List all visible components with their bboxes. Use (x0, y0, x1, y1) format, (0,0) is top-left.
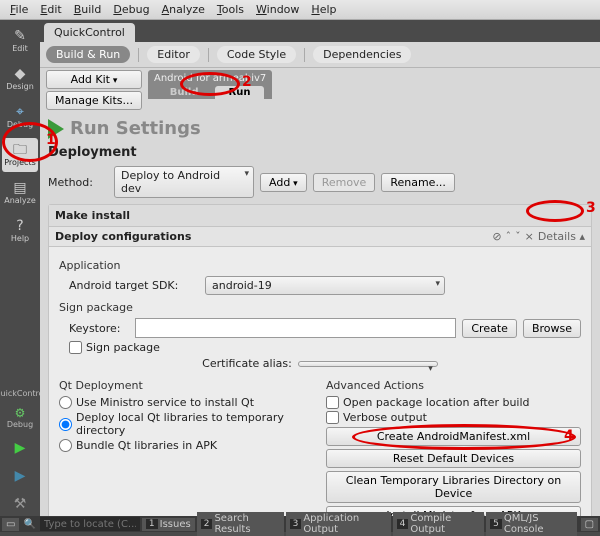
mode-editor[interactable]: Editor (147, 46, 200, 63)
folder-icon: 🗀 (13, 143, 27, 157)
menu-file[interactable]: File (4, 1, 34, 18)
sidebar-label: Help (11, 234, 29, 243)
keystore-label: Keystore: (69, 322, 129, 335)
kit-title: Android for armeabiv7 (154, 73, 266, 84)
play-icon: ▶ (15, 440, 26, 456)
run-button[interactable]: ▶ (5, 436, 35, 460)
project-tabbar: QuickControl (40, 20, 600, 42)
remove-step-icon[interactable]: × (525, 230, 534, 243)
deploy-config-header: Deploy configurations (55, 230, 191, 243)
build-button[interactable]: ⚒ (5, 492, 35, 516)
status-compile[interactable]: 4Compile Output (393, 512, 485, 536)
keystore-input[interactable] (135, 318, 456, 338)
move-down-icon[interactable]: ˇ (515, 230, 521, 243)
clean-temp-button[interactable]: Clean Temporary Libraries Directory on D… (326, 471, 581, 503)
mode-dependencies[interactable]: Dependencies (313, 46, 411, 63)
kit-build-tab[interactable]: Build (156, 86, 213, 99)
menu-bar: File Edit Build Debug Analyze Tools Wind… (0, 0, 600, 20)
mode-build-run[interactable]: Build & Run (46, 46, 130, 63)
edit-icon: ✎ (14, 29, 26, 43)
verbose-check[interactable]: Verbose output (326, 411, 581, 424)
tab-quickcontrol[interactable]: QuickControl (44, 23, 135, 42)
play-icon (48, 119, 64, 139)
advanced-actions-group: Advanced Actions (326, 379, 581, 392)
rename-deploy-button[interactable]: Rename... (381, 173, 455, 192)
kit-run-tab[interactable]: Run (215, 86, 265, 99)
cert-alias-combo[interactable] (298, 361, 438, 367)
chart-icon: ▤ (13, 181, 26, 195)
remove-deploy-button[interactable]: Remove (313, 173, 376, 192)
create-manifest-button[interactable]: Create AndroidManifest.xml (326, 427, 581, 446)
details-toggle[interactable]: Details ▴ (538, 230, 585, 243)
page-title: Run Settings (70, 118, 201, 139)
menu-analyze[interactable]: Analyze (156, 1, 211, 18)
status-issues[interactable]: 1Issues (142, 518, 195, 531)
qt-opt-ministro[interactable]: Use Ministro service to install Qt (59, 396, 314, 409)
bug-icon: ⌖ (16, 105, 24, 119)
target-sdk-combo[interactable]: android-19 (205, 276, 445, 295)
left-sidebar: ✎ Edit ◆ Design ⌖ Debug 🗀 Projects ▤ Ana… (0, 20, 40, 516)
method-combo[interactable]: Deploy to Android dev (114, 166, 254, 198)
reset-devices-button[interactable]: Reset Default Devices (326, 449, 581, 468)
qt-opt-bundle[interactable]: Bundle Qt libraries in APK (59, 439, 314, 452)
target-sdk-label: Android target SDK: (69, 279, 199, 292)
make-install-header: Make install (49, 205, 591, 227)
search-icon: 🔍 (21, 519, 37, 530)
menu-tools[interactable]: Tools (211, 1, 250, 18)
add-deploy-button[interactable]: Add (260, 173, 307, 192)
menu-edit[interactable]: Edit (34, 1, 67, 18)
move-up-icon[interactable]: ˆ (506, 230, 512, 243)
status-close-button[interactable]: ▢ (581, 518, 598, 531)
help-icon: ? (16, 219, 23, 233)
sidebar-item-design[interactable]: ◆ Design (2, 62, 38, 96)
status-bar: ▭ 🔍 1Issues 2Search Results 3Application… (0, 516, 600, 532)
kit-selector[interactable]: Android for armeabiv7 Build Run (148, 70, 272, 99)
application-group: Application (59, 259, 581, 272)
sidebar-label: Edit (12, 44, 28, 53)
sidebar-item-analyze[interactable]: ▤ Analyze (2, 176, 38, 210)
add-kit-button[interactable]: Add Kit (46, 70, 142, 89)
cert-alias-label: Certificate alias: (202, 357, 292, 370)
sign-group: Sign package (59, 301, 581, 314)
play-bug-icon: ▶ (15, 468, 26, 484)
kit-row: Add Kit Manage Kits... Android for armea… (40, 68, 600, 110)
sidebar-label: Analyze (4, 196, 36, 205)
method-label: Method: (48, 176, 108, 189)
disable-step-icon[interactable]: ⊘ (492, 230, 501, 243)
locator-input[interactable] (40, 517, 140, 531)
sidebar-item-edit[interactable]: ✎ Edit (2, 24, 38, 58)
hammer-icon: ⚒ (14, 496, 27, 512)
mode-codestyle[interactable]: Code Style (217, 46, 296, 63)
sidebar-item-projects[interactable]: 🗀 Projects (2, 138, 38, 172)
debug-selector[interactable]: ⚙Debug (5, 402, 35, 432)
run-debug-button[interactable]: ▶ (5, 464, 35, 488)
qt-deployment-group: Qt Deployment (59, 379, 314, 392)
run-settings-content: Run Settings Deployment Method: Deploy t… (40, 110, 600, 516)
menu-help[interactable]: Help (305, 1, 342, 18)
qt-opt-local[interactable]: Deploy local Qt libraries to temporary d… (59, 411, 314, 437)
status-appout[interactable]: 3Application Output (286, 512, 391, 536)
sidebar-item-help[interactable]: ? Help (2, 214, 38, 248)
manage-kits-button[interactable]: Manage Kits... (46, 91, 142, 110)
deployment-heading: Deployment (48, 145, 592, 160)
menu-window[interactable]: Window (250, 1, 305, 18)
sidebar-label: Design (6, 82, 34, 91)
browse-keystore-button[interactable]: Browse (523, 319, 581, 338)
sidebar-label: Debug (7, 120, 33, 129)
project-selector[interactable]: QuickControl (0, 389, 46, 398)
menu-build[interactable]: Build (68, 1, 108, 18)
main-area: QuickControl Build & Run Editor Code Sty… (40, 20, 600, 516)
mode-tabs: Build & Run Editor Code Style Dependenci… (40, 42, 600, 68)
open-location-check[interactable]: Open package location after build (326, 396, 581, 409)
deploy-panel: Make install Deploy configurations ⊘ ˆ ˇ… (48, 204, 592, 516)
sign-package-check[interactable]: Sign package (69, 341, 581, 354)
toggle-sidebar-button[interactable]: ▭ (2, 518, 19, 531)
design-icon: ◆ (15, 67, 26, 81)
status-qmlconsole[interactable]: 5QML/JS Console (486, 512, 576, 536)
sidebar-label: Projects (4, 158, 36, 167)
status-search[interactable]: 2Search Results (197, 512, 284, 536)
create-keystore-button[interactable]: Create (462, 319, 517, 338)
sidebar-item-debug[interactable]: ⌖ Debug (2, 100, 38, 134)
menu-debug[interactable]: Debug (107, 1, 155, 18)
